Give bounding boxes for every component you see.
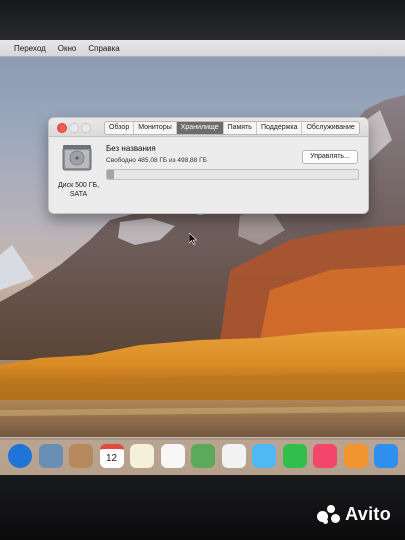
- disk-label: Диск 500 ГБ, SATA: [51, 181, 106, 199]
- app-store-icon[interactable]: [374, 444, 398, 468]
- volume-name: Без названия: [106, 144, 156, 153]
- dock: 12: [0, 437, 405, 475]
- tab-overview[interactable]: Обзор: [105, 122, 135, 134]
- tab-service[interactable]: Обслуживание: [302, 122, 358, 134]
- high-sierra-landscape: [0, 95, 405, 440]
- facetime-icon[interactable]: [282, 444, 307, 468]
- avito-watermark-text: Avito: [345, 504, 391, 524]
- tab-support[interactable]: Поддержка: [257, 122, 303, 134]
- screen: Переход Окно Справка Обзор Мониторы Хран…: [0, 40, 405, 475]
- menu-help[interactable]: Справка: [82, 44, 125, 53]
- photos-icon[interactable]: [221, 444, 246, 468]
- tab-displays[interactable]: Мониторы: [134, 122, 177, 134]
- minimize-icon[interactable]: [69, 123, 79, 133]
- safari-icon[interactable]: [8, 444, 32, 468]
- tab-storage[interactable]: Хранилище: [176, 122, 224, 134]
- calendar-icon[interactable]: 12: [99, 444, 124, 468]
- tab-memory[interactable]: Память: [224, 122, 257, 134]
- maps-icon[interactable]: [191, 444, 215, 468]
- contacts-icon[interactable]: [69, 444, 93, 468]
- storage-usage-fill: [107, 170, 115, 179]
- avito-logo-icon: [317, 504, 341, 525]
- storage-usage-bar: [106, 169, 359, 180]
- about-this-mac-window: Обзор Мониторы Хранилище Память Поддержк…: [48, 117, 369, 214]
- reminders-icon[interactable]: [160, 444, 185, 468]
- volume-free-space: Свободно 485,08 ГБ из 498,88 ГБ: [106, 157, 207, 164]
- mouse-cursor-icon: [189, 233, 197, 245]
- photo-bezel-top: [0, 0, 405, 40]
- storage-pane: Диск 500 ГБ, SATA Без названия Свободно …: [49, 137, 368, 213]
- tab-bar: Обзор Мониторы Хранилище Память Поддержк…: [104, 121, 360, 135]
- menu-window[interactable]: Окно: [52, 44, 83, 53]
- menu-go[interactable]: Переход: [8, 44, 52, 53]
- menu-bar: Переход Окно Справка: [0, 40, 405, 57]
- zoom-icon[interactable]: [81, 123, 91, 133]
- desktop-wallpaper: [0, 40, 405, 475]
- itunes-icon[interactable]: [313, 444, 337, 468]
- disk-label-line2: SATA: [69, 191, 88, 198]
- disk-label-line1: Диск 500 ГБ,: [57, 182, 100, 189]
- close-icon[interactable]: [57, 123, 67, 133]
- ibooks-icon[interactable]: [343, 444, 368, 468]
- notes-icon[interactable]: [130, 444, 154, 468]
- photo-browser-icon[interactable]: [38, 444, 63, 468]
- manage-button[interactable]: Управлять...: [302, 150, 358, 164]
- messages-icon[interactable]: [252, 444, 276, 468]
- window-titlebar[interactable]: Обзор Мониторы Хранилище Память Поддержк…: [49, 118, 368, 137]
- hard-drive-icon: [62, 144, 92, 172]
- avito-watermark: Avito: [317, 504, 391, 525]
